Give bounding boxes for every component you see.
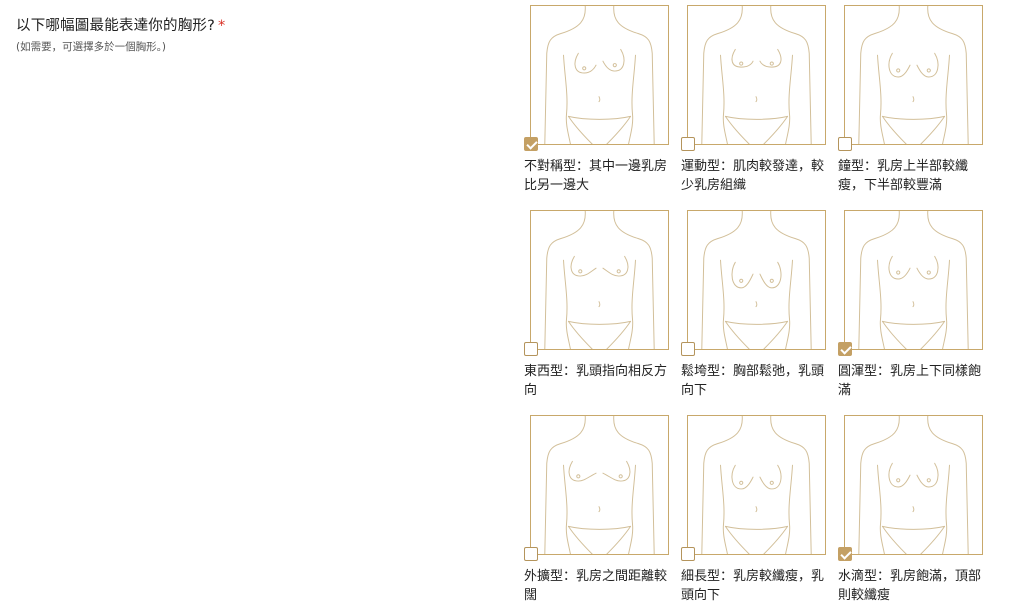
option-label[interactable]: 外擴型：乳房之間距離較闊: [524, 567, 672, 602]
option-image[interactable]: [844, 210, 983, 350]
torso-illustration-icon: [701, 6, 812, 144]
option-image[interactable]: [844, 415, 983, 555]
option-checkbox[interactable]: [681, 547, 695, 561]
option-checkbox[interactable]: [838, 342, 852, 356]
option-checkbox[interactable]: [681, 137, 695, 151]
option-label[interactable]: 鬆垮型：胸部鬆弛，乳頭向下: [681, 362, 829, 400]
survey-page: 以下哪幅圖最能表達你的胸形? * (如需要，可選擇多於一個胸形。) 不對稱型：其中…: [0, 0, 1024, 602]
question-title: 以下哪幅圖最能表達你的胸形? *: [16, 14, 225, 35]
option-grid: 不對稱型：其中一邊乳房比另一邊大 運動型：肌肉較發達，較少乳房組織 鐘型：乳房上…: [523, 0, 993, 602]
option-checkbox[interactable]: [681, 342, 695, 356]
option-image[interactable]: [687, 415, 826, 555]
option-checkbox[interactable]: [524, 342, 538, 356]
option-checkbox[interactable]: [524, 547, 538, 561]
torso-illustration-icon: [701, 211, 812, 349]
option-image[interactable]: [530, 210, 669, 350]
option-image[interactable]: [530, 5, 669, 145]
option-label[interactable]: 圓渾型：乳房上下同樣飽滿: [838, 362, 986, 400]
torso-illustration-icon: [544, 6, 655, 144]
torso-illustration-icon: [858, 211, 969, 349]
option-label[interactable]: 水滴型：乳房飽滿，頂部則較纖瘦: [838, 567, 986, 602]
option-image[interactable]: [687, 210, 826, 350]
option-label[interactable]: 運動型：肌肉較發達，較少乳房組織: [681, 157, 829, 195]
question-hint: (如需要，可選擇多於一個胸形。): [16, 41, 166, 53]
option-label[interactable]: 不對稱型：其中一邊乳房比另一邊大: [524, 157, 672, 195]
option-checkbox[interactable]: [838, 547, 852, 561]
question-text: 以下哪幅圖最能表達你的胸形?: [16, 18, 215, 34]
required-mark: *: [218, 18, 226, 34]
option-checkbox[interactable]: [838, 137, 852, 151]
torso-illustration-icon: [858, 6, 969, 144]
option-image[interactable]: [687, 5, 826, 145]
option-label[interactable]: 東西型：乳頭指向相反方向: [524, 362, 672, 400]
torso-illustration-icon: [701, 416, 812, 554]
torso-illustration-icon: [858, 416, 969, 554]
torso-illustration-icon: [544, 211, 655, 349]
option-image[interactable]: [530, 415, 669, 555]
torso-illustration-icon: [544, 416, 655, 554]
option-label[interactable]: 鐘型：乳房上半部較纖瘦，下半部較豐滿: [838, 157, 986, 195]
option-checkbox[interactable]: [524, 137, 538, 151]
option-label[interactable]: 細長型：乳房較纖瘦，乳頭向下: [681, 567, 829, 602]
option-image[interactable]: [844, 5, 983, 145]
